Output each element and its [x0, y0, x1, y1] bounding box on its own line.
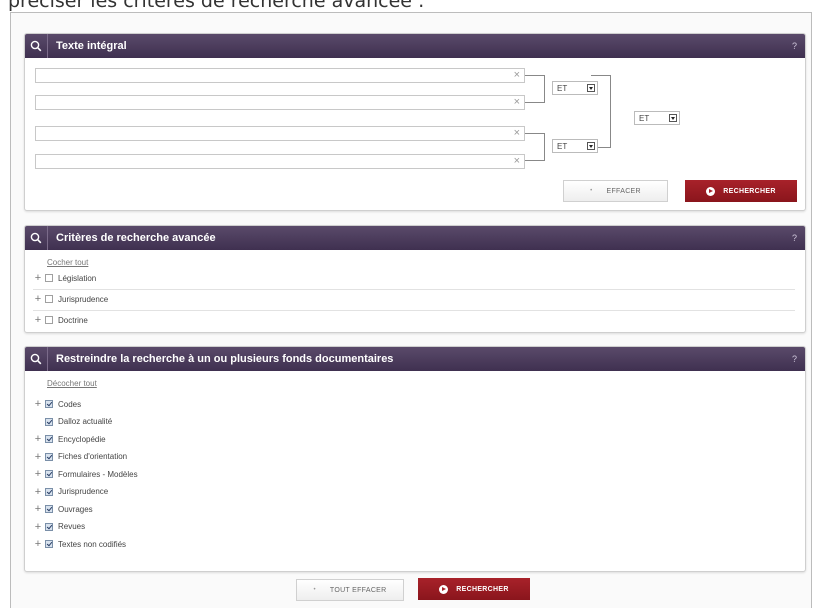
list-item-label: Doctrine — [58, 315, 88, 325]
checkbox[interactable] — [45, 487, 53, 496]
full-text-panel: Texte intégral ? × × × × ET ET ET • EFFAC… — [24, 33, 806, 211]
checkbox[interactable] — [45, 295, 53, 303]
list-item[interactable]: + Jurisprudence — [33, 485, 108, 499]
play-circle-icon — [706, 186, 716, 196]
check-all-link[interactable]: Cocher tout — [47, 258, 88, 267]
panel-title: Critères de recherche avancée — [56, 232, 216, 244]
list-item-label: Législation — [58, 273, 97, 283]
plus-icon[interactable]: + — [33, 434, 43, 445]
search-button[interactable]: RECHERCHER — [685, 180, 797, 202]
search-icon — [25, 226, 48, 250]
list-item-label: Codes — [58, 399, 82, 409]
plus-icon[interactable]: + — [33, 469, 43, 480]
list-item[interactable]: + Encyclopédie — [33, 432, 106, 446]
text-field-3[interactable]: × — [35, 126, 525, 141]
panel-title: Texte intégral — [56, 40, 127, 52]
list-item-label: Textes non codifiés — [58, 539, 127, 549]
list-item[interactable]: + Fiches d'orientation — [33, 450, 127, 464]
text-field-2[interactable]: × — [35, 95, 525, 110]
list-item[interactable]: +Dalloz actualité — [33, 415, 112, 429]
operator-select-bottom[interactable]: ET — [552, 139, 598, 153]
help-icon[interactable]: ? — [792, 41, 805, 51]
chevron-down-icon — [587, 142, 595, 150]
connector-top — [525, 75, 545, 103]
checkbox[interactable] — [45, 452, 53, 461]
operator-select-middle[interactable]: ET — [634, 111, 680, 125]
panel-title: Restreindre la recherche à un ou plusieu… — [56, 353, 394, 365]
search-icon — [25, 34, 48, 58]
checkbox[interactable] — [45, 400, 53, 408]
bullet-icon: • — [313, 587, 316, 593]
list-item[interactable]: + Doctrine — [33, 313, 88, 327]
list-item-label: Encyclopédie — [58, 434, 106, 444]
close-icon[interactable]: × — [514, 69, 520, 82]
list-item-label: Revues — [58, 522, 86, 531]
list-item-label: Fiches d'orientation — [58, 452, 128, 461]
intro-text: préciser les critères de recherche avanc… — [8, 0, 425, 12]
panel-header: Critères de recherche avancée ? — [25, 226, 805, 250]
clear-all-button[interactable]: • TOUT EFFACER — [296, 579, 404, 601]
clear-button[interactable]: • EFFACER — [563, 180, 668, 202]
search-icon — [25, 347, 48, 371]
operator-select-top[interactable]: ET — [552, 81, 598, 95]
list-item[interactable]: + Législation — [33, 271, 96, 285]
list-item-label: Ouvrages — [58, 504, 93, 514]
checkbox[interactable] — [45, 316, 53, 324]
plus-icon[interactable]: + — [33, 486, 43, 497]
list-item[interactable]: + Formulaires - Modèles — [33, 467, 138, 481]
list-item[interactable]: + Revues — [33, 520, 85, 534]
checkbox[interactable] — [45, 435, 53, 443]
plus-icon[interactable]: + — [33, 399, 43, 410]
checkbox[interactable] — [45, 417, 53, 426]
panel-header: Texte intégral ? — [25, 34, 805, 58]
list-item[interactable]: + Ouvrages — [33, 502, 93, 516]
plus-icon[interactable]: + — [33, 504, 43, 515]
checkbox[interactable] — [45, 522, 53, 531]
checkbox[interactable] — [45, 505, 53, 513]
divider — [33, 289, 795, 290]
funds-panel: Restreindre la recherche à un ou plusieu… — [24, 346, 806, 572]
close-icon[interactable]: × — [514, 155, 520, 168]
text-field-4[interactable]: × — [35, 154, 525, 169]
footer-search-button[interactable]: RECHERCHER — [418, 578, 530, 600]
checkbox[interactable] — [45, 274, 53, 282]
connector-bottom — [525, 133, 545, 161]
list-item[interactable]: + Jurisprudence — [33, 292, 108, 306]
checkbox[interactable] — [45, 470, 53, 478]
divider — [33, 310, 795, 311]
chevron-down-icon — [587, 84, 595, 92]
plus-icon[interactable]: + — [33, 315, 43, 326]
list-item-label: Formulaires - Modèles — [58, 469, 138, 479]
play-circle-icon — [439, 584, 449, 594]
chevron-down-icon — [669, 114, 677, 122]
list-item[interactable]: + Codes — [33, 397, 81, 411]
list-item-label: Dalloz actualité — [58, 417, 113, 426]
close-icon[interactable]: × — [514, 127, 520, 140]
text-field-1[interactable]: × — [35, 68, 525, 83]
bullet-icon: • — [590, 188, 593, 194]
criteria-panel: Critères de recherche avancée ? Cocher t… — [24, 225, 806, 333]
uncheck-all-link[interactable]: Décocher tout — [47, 379, 97, 388]
plus-icon[interactable]: + — [33, 294, 43, 305]
help-icon[interactable]: ? — [792, 354, 805, 364]
list-item[interactable]: + Textes non codifiés — [33, 537, 126, 551]
plus-icon[interactable]: + — [33, 451, 43, 462]
list-item-label: Jurisprudence — [58, 487, 109, 496]
close-icon[interactable]: × — [514, 96, 520, 109]
plus-icon[interactable]: + — [33, 273, 43, 284]
list-item-label: Jurisprudence — [58, 294, 109, 304]
panel-header: Restreindre la recherche à un ou plusieu… — [25, 347, 805, 371]
plus-icon[interactable]: + — [33, 539, 43, 550]
help-icon[interactable]: ? — [792, 233, 805, 243]
checkbox[interactable] — [45, 540, 53, 548]
plus-icon[interactable]: + — [33, 521, 43, 532]
